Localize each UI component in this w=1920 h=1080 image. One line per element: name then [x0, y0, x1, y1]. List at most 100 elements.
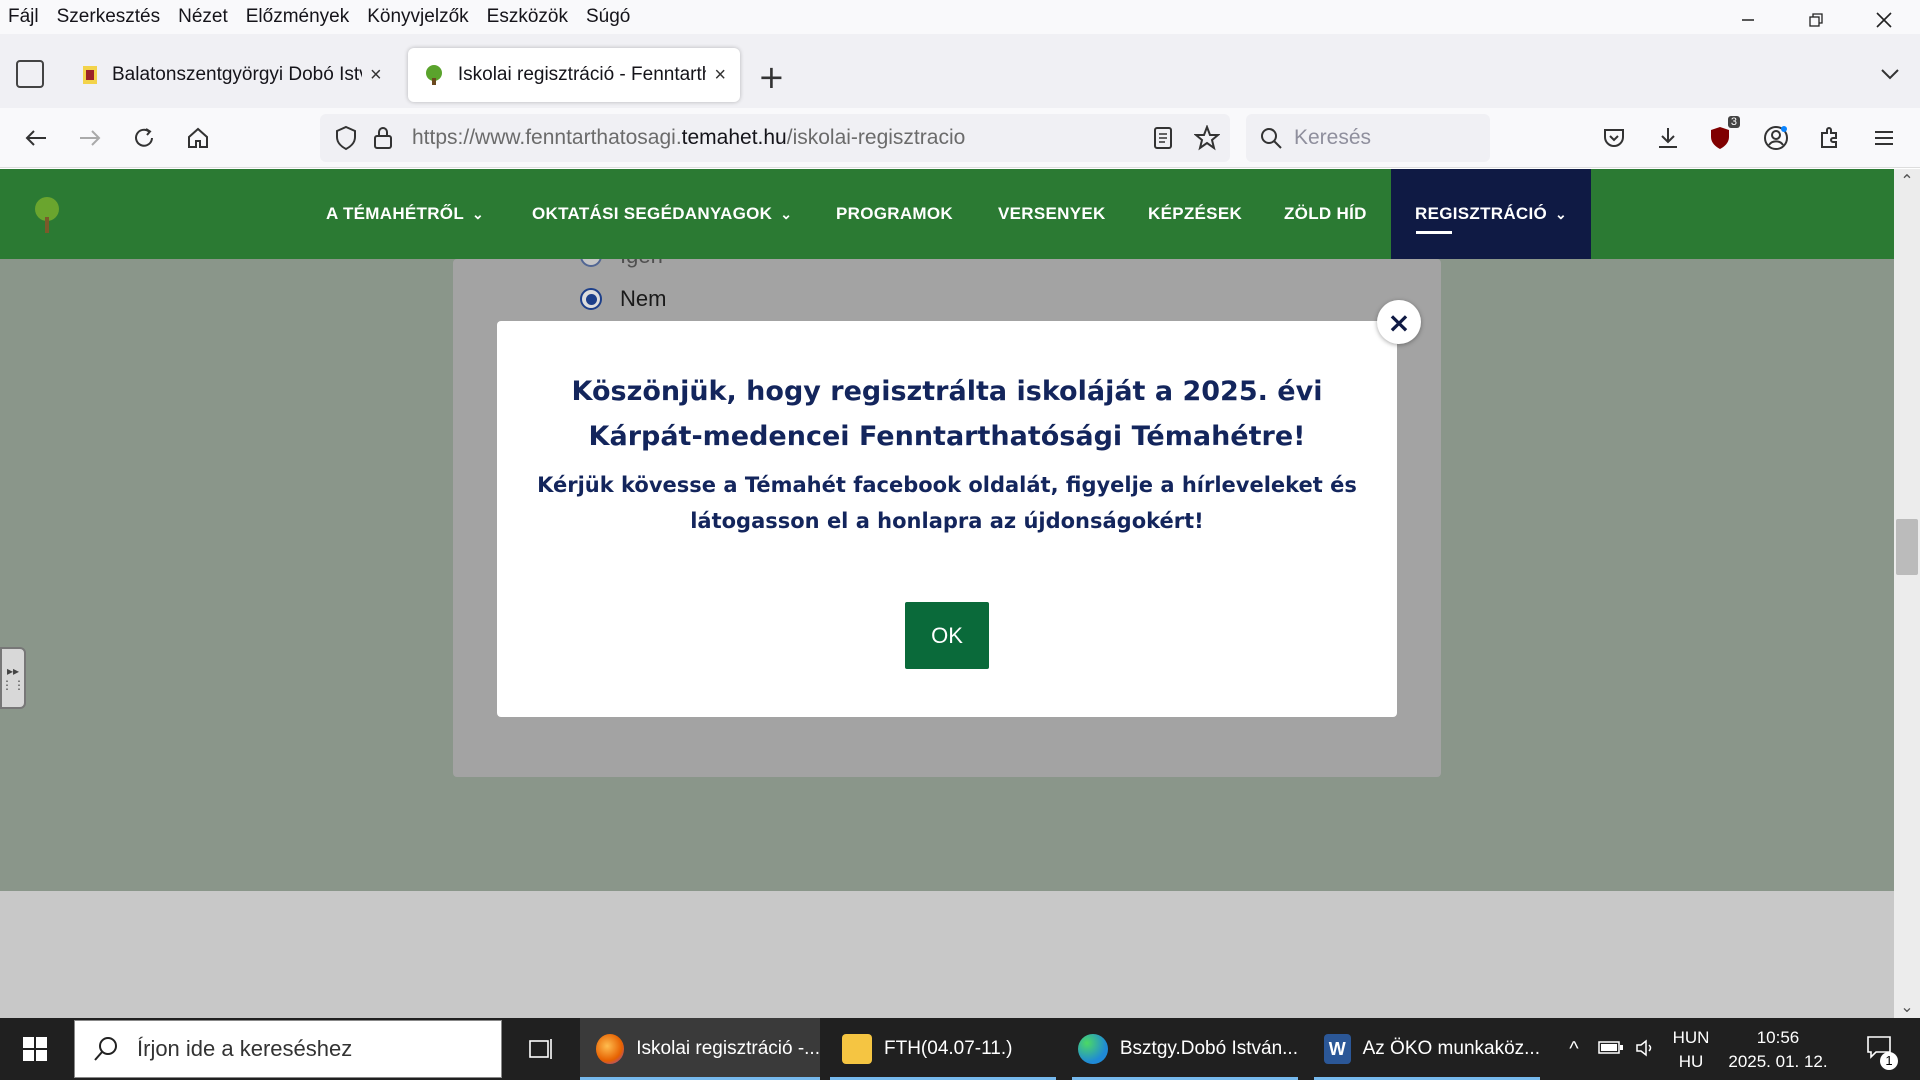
menu-bookmarks[interactable]: Könyvjelzők [367, 6, 468, 28]
tab-manager-icon[interactable] [16, 60, 44, 88]
page-footer-area [0, 891, 1894, 1018]
language-indicator[interactable]: HUN HU [1666, 1018, 1716, 1080]
nav-label: A TÉMAHÉTRŐL [326, 204, 465, 223]
tab-balatonszentgyorgyi[interactable]: Balatonszentgyörgyi Dobó Istvá × [66, 48, 396, 102]
new-tab-button[interactable]: + [758, 58, 785, 96]
nav-label: KÉPZÉSEK [1148, 204, 1243, 223]
taskbar-item-label: FTH(04.07-11.) [884, 1038, 1013, 1059]
taskbar-search-box[interactable]: Írjon ide a kereséshez [74, 1020, 502, 1078]
taskbar-edge[interactable]: Bsztgy.Dobó István... [1072, 1018, 1298, 1080]
ok-button[interactable]: OK [905, 602, 989, 669]
taskbar-firefox[interactable]: Iskolai regisztráció -... [580, 1018, 820, 1080]
clock[interactable]: 10:56 2025. 01. 12. [1720, 1018, 1836, 1080]
url-domain: temahet.hu [681, 126, 787, 149]
sidebar-handle[interactable]: ▸▸ ⋮⋮ [0, 647, 26, 709]
url-path: /iskolai-regisztracio [786, 126, 966, 149]
firefox-icon [596, 1034, 625, 1064]
folder-icon [842, 1034, 872, 1064]
tab-close-icon[interactable]: × [714, 64, 726, 87]
minimize-icon [1742, 19, 1754, 21]
school-favicon-icon [83, 66, 97, 84]
nav-a-temahetrol[interactable]: A TÉMAHÉTRŐL ⌄ [326, 169, 484, 259]
scroll-down-arrow-icon[interactable]: ⌄ [1894, 997, 1920, 1016]
nav-label: REGISZTRÁCIÓ [1415, 204, 1548, 223]
extensions-button[interactable] [1810, 118, 1850, 158]
taskbar-explorer[interactable]: FTH(04.07-11.) [830, 1018, 1056, 1080]
shield-icon[interactable] [334, 125, 358, 151]
reload-button[interactable] [124, 118, 164, 158]
nav-zold-hid[interactable]: ZÖLD HÍD [1284, 169, 1367, 259]
reload-icon [135, 128, 153, 147]
navigation-bar: https://www.fenntarthatosagi.temahet.hu/… [0, 108, 1920, 168]
success-modal: Köszönjük, hogy regisztrálta iskoláját a… [497, 321, 1397, 717]
page-scrollbar[interactable]: ⌃ ⌄ [1894, 169, 1920, 1018]
search-icon [94, 1037, 117, 1061]
active-nav-underline [1416, 231, 1452, 234]
radio-circle-selected [580, 288, 602, 310]
pocket-button[interactable] [1594, 118, 1634, 158]
task-view-button[interactable] [524, 1018, 560, 1080]
puzzle-icon [1821, 127, 1837, 148]
back-button[interactable] [16, 118, 56, 158]
menu-edit[interactable]: Szerkesztés [57, 6, 160, 28]
lock-icon[interactable] [372, 125, 394, 151]
menu-tools[interactable]: Eszközök [487, 6, 568, 28]
menu-file[interactable]: Fájl [8, 6, 39, 28]
tab-title: Iskolai regisztráció - Fenntartha [457, 64, 707, 85]
reader-view-icon[interactable] [1152, 126, 1174, 150]
home-button[interactable] [178, 118, 218, 158]
notification-center-button[interactable]: 1 [1856, 1018, 1904, 1080]
nav-regisztracio[interactable]: REGISZTRÁCIÓ ⌄ [1391, 169, 1592, 259]
close-icon [1876, 12, 1892, 28]
menu-help[interactable]: Súgó [586, 6, 630, 28]
taskbar-item-label: Az ÖKO munkaköz... [1362, 1038, 1540, 1059]
modal-title: Köszönjük, hogy regisztrálta iskoláját a… [571, 376, 1323, 452]
taskbar-item-label: Bsztgy.Dobó István... [1119, 1038, 1298, 1059]
tab-iskolai-regisztracio[interactable]: Iskolai regisztráció - Fenntartha × [408, 48, 740, 102]
taskbar-item-label: Iskolai regisztráció -... [636, 1038, 820, 1059]
site-logo-tree-icon[interactable] [30, 195, 64, 235]
tab-strip: Balatonszentgyörgyi Dobó Istvá × Iskolai… [0, 34, 1920, 108]
modal-close-button[interactable]: × [1377, 300, 1421, 344]
taskbar-word[interactable]: W Az ÖKO munkaköz... [1314, 1018, 1540, 1080]
menu-bar: Fájl Szerkesztés Nézet Előzmények Könyvj… [0, 0, 1920, 34]
tab-close-icon[interactable]: × [370, 64, 382, 87]
nav-versenyek[interactable]: VERSENYEK [998, 169, 1106, 259]
search-bar[interactable]: Keresés [1246, 114, 1490, 162]
url-text[interactable]: https://www.fenntarthatosagi.temahet.hu/… [412, 126, 965, 150]
volume-button[interactable] [1632, 1018, 1662, 1080]
list-all-tabs-button[interactable] [1880, 58, 1900, 86]
ublock-extension-button[interactable]: 3 [1702, 116, 1742, 158]
task-view-icon [529, 1039, 552, 1059]
windows-taskbar: Írjon ide a kereséshez Iskolai regisztrá… [0, 1018, 1920, 1080]
pocket-icon [1604, 129, 1624, 147]
nav-oktatasi-segedanyagok[interactable]: OKTATÁSI SEGÉDANYAGOK ⌄ [532, 169, 792, 259]
downloads-button[interactable] [1648, 118, 1688, 158]
url-bar[interactable]: https://www.fenntarthatosagi.temahet.hu/… [320, 114, 1230, 162]
app-menu-button[interactable] [1864, 118, 1904, 158]
restore-icon [1809, 13, 1823, 27]
forward-button[interactable] [70, 118, 110, 158]
search-icon [1261, 128, 1282, 149]
show-hidden-icons-button[interactable]: ^ [1560, 1018, 1588, 1080]
search-placeholder: Keresés [1294, 126, 1372, 149]
nav-programok[interactable]: PROGRAMOK [836, 169, 953, 259]
ublock-shield-icon [1711, 127, 1729, 149]
account-button[interactable] [1756, 118, 1796, 158]
nav-kepzesek[interactable]: KÉPZÉSEK [1148, 169, 1242, 259]
scrollbar-thumb[interactable] [1896, 519, 1918, 575]
scroll-up-arrow-icon[interactable]: ⌃ [1894, 171, 1920, 190]
home-icon [188, 127, 208, 148]
start-button[interactable] [0, 1018, 70, 1080]
url-prefix: https://www.fenntarthatosagi. [412, 126, 682, 149]
extension-badge: 3 [1727, 116, 1740, 128]
menu-view[interactable]: Nézet [178, 6, 228, 28]
chevron-down-icon: ⌄ [1555, 205, 1568, 222]
bookmark-star-icon[interactable] [1194, 125, 1220, 151]
radio-option-no[interactable]: Nem [580, 286, 666, 312]
language-code: HUN [1672, 1028, 1710, 1047]
taskbar-search-placeholder: Írjon ide a kereséshez [137, 1036, 353, 1061]
menu-history[interactable]: Előzmények [246, 6, 350, 28]
close-icon: × [1387, 305, 1411, 339]
battery-button[interactable] [1596, 1018, 1626, 1080]
